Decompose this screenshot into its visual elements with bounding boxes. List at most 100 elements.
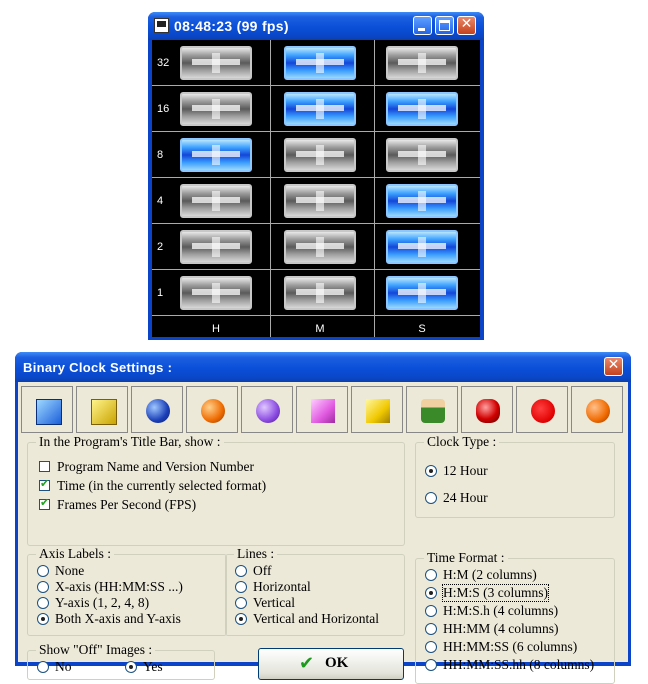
option-label: HH:MM (4 columns)	[443, 621, 559, 636]
radio-button[interactable]	[235, 565, 247, 577]
binary-bit-off	[284, 184, 356, 218]
clock-grid: 32 16 8 4 2 1 H M S	[152, 40, 480, 337]
clock-title-bar[interactable]: 08:48:23 (99 fps) ✕	[148, 12, 484, 40]
clock-type-legend: Clock Type :	[424, 434, 500, 450]
row-label: 4	[157, 195, 164, 207]
grid-line-horizontal	[152, 85, 480, 86]
image-choice-button[interactable]	[241, 386, 293, 433]
row-label: 16	[157, 103, 170, 115]
option-label: None	[55, 563, 85, 578]
binary-bit-off	[386, 46, 458, 80]
image-choice-button[interactable]	[461, 386, 513, 433]
lines-group: Lines : Off Horizontal Vertical Vertical an…	[225, 546, 405, 636]
red-gem-icon	[476, 399, 500, 423]
radio-button[interactable]	[37, 661, 49, 673]
clock-window: 08:48:23 (99 fps) ✕ 32 16 8 4 2 1 H M S	[148, 12, 484, 340]
settings-title: Binary Clock Settings :	[23, 360, 173, 375]
blue-square-icon	[36, 399, 62, 425]
grid-line-horizontal	[152, 315, 480, 316]
close-icon: ✕	[460, 16, 473, 32]
binary-bit-on	[180, 138, 252, 172]
settings-title-bar[interactable]: Binary Clock Settings : ✕	[15, 352, 631, 382]
show-off-images-legend: Show "Off" Images :	[36, 642, 156, 658]
clock-type-group: Clock Type : 12 Hour 24 Hour	[415, 434, 615, 518]
close-button[interactable]: ✕	[457, 16, 476, 35]
radio-button[interactable]	[425, 659, 437, 671]
image-choice-button[interactable]	[571, 386, 623, 433]
binary-bit-off	[386, 138, 458, 172]
row-label: 8	[157, 149, 164, 161]
option-label: Vertical	[253, 595, 295, 610]
binary-bit-off	[180, 230, 252, 264]
close-icon: ✕	[607, 357, 620, 373]
binary-bit-on	[386, 184, 458, 218]
binary-bit-on	[386, 92, 458, 126]
image-choice-button[interactable]	[76, 386, 128, 433]
image-choice-button[interactable]	[516, 386, 568, 433]
settings-window: Binary Clock Settings : ✕ In the Program…	[15, 352, 631, 684]
grid-line-vertical	[270, 40, 271, 337]
option-label: H:M:S (3 columns)	[441, 584, 550, 602]
blue-sphere-icon	[146, 399, 170, 423]
column-label: S	[418, 323, 426, 335]
option-label: X-axis (HH:MM:SS ...)	[55, 579, 183, 594]
axis-labels-group: Axis Labels : None X-axis (HH:MM:SS ...) Y…	[27, 546, 227, 636]
option-label: Vertical and Horizontal	[253, 611, 379, 626]
minimize-icon	[418, 28, 425, 31]
binary-bit-off	[284, 230, 356, 264]
settings-body: In the Program's Title Bar, show : Progr…	[18, 382, 628, 684]
option-label: Horizontal	[253, 579, 311, 594]
radio-button[interactable]	[425, 569, 437, 581]
radio-button[interactable]	[425, 492, 437, 504]
row-label: 1	[157, 287, 164, 299]
minimize-button[interactable]	[413, 16, 432, 35]
lines-legend: Lines :	[234, 546, 278, 562]
time-format-legend: Time Format :	[424, 550, 508, 566]
option-label: Yes	[143, 659, 163, 674]
checkbox[interactable]	[39, 496, 50, 510]
radio-button[interactable]	[37, 581, 49, 593]
checkbox[interactable]	[39, 461, 50, 472]
grid-line-horizontal	[152, 269, 480, 270]
show-off-images-group: Show "Off" Images : No Yes	[27, 642, 215, 680]
radio-button[interactable]	[425, 605, 437, 617]
title-bar-options-group: In the Program's Title Bar, show : Progr…	[27, 434, 405, 546]
image-choice-button[interactable]	[131, 386, 183, 433]
binary-bit-off	[180, 92, 252, 126]
image-choice-button[interactable]	[351, 386, 403, 433]
checkbox[interactable]	[39, 477, 50, 491]
radio-button[interactable]	[37, 565, 49, 577]
radio-button[interactable]	[235, 597, 247, 609]
grid-line-horizontal	[152, 177, 480, 178]
radio-button[interactable]	[425, 641, 437, 653]
radio-button[interactable]	[425, 623, 437, 635]
binary-bit-off	[180, 276, 252, 310]
settings-close-button[interactable]: ✕	[604, 357, 623, 376]
image-choice-button[interactable]	[296, 386, 348, 433]
checkmark-icon: ✔	[299, 653, 315, 674]
radio-button[interactable]	[125, 661, 137, 673]
yellow-square-icon	[91, 399, 117, 425]
image-choice-button[interactable]	[406, 386, 458, 433]
option-label: Y-axis (1, 2, 4, 8)	[55, 595, 150, 610]
radio-button[interactable]	[235, 613, 247, 625]
row-label: 32	[157, 57, 170, 69]
app-icon[interactable]	[154, 18, 169, 33]
binary-bit-off	[284, 276, 356, 310]
column-label: H	[212, 323, 220, 335]
option-label: HH:MM:SS (6 columns)	[443, 639, 578, 654]
option-label: Program Name and Version Number	[57, 459, 254, 474]
radio-button[interactable]	[235, 581, 247, 593]
radio-button[interactable]	[425, 465, 437, 477]
radio-button[interactable]	[37, 613, 49, 625]
binary-bit-on	[284, 92, 356, 126]
radio-button[interactable]	[37, 597, 49, 609]
binary-bit-on	[386, 230, 458, 264]
radio-button[interactable]	[425, 587, 437, 599]
option-label: Frames Per Second (FPS)	[57, 497, 197, 512]
image-choice-button[interactable]	[186, 386, 238, 433]
column-label: M	[315, 323, 325, 335]
ok-button[interactable]: ✔ OK	[258, 648, 404, 680]
maximize-button[interactable]	[435, 16, 454, 35]
image-choice-button[interactable]	[21, 386, 73, 433]
